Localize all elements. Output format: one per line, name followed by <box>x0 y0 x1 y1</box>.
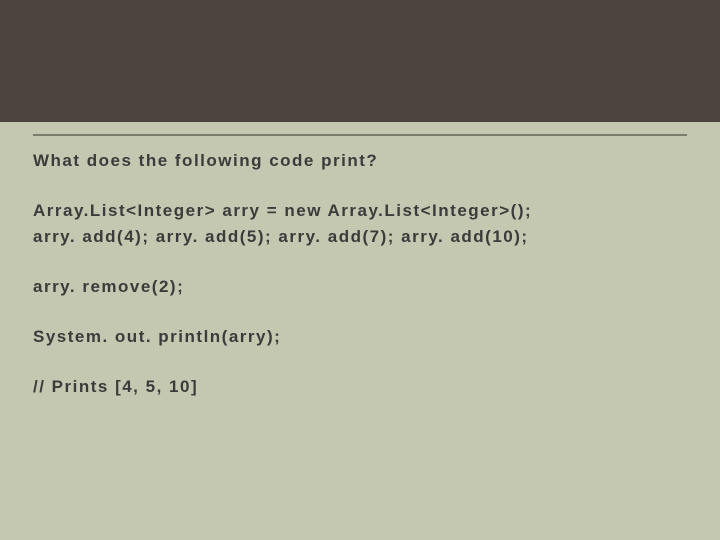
code-block-4: // Prints [4, 5, 10] <box>33 376 687 398</box>
code-block-3: System. out. println(arry); <box>33 326 687 348</box>
slide-content: What does the following code print? Arra… <box>33 150 687 427</box>
question-line: What does the following code print? <box>33 150 687 172</box>
code-block-2: arry. remove(2); <box>33 276 687 298</box>
question-text: What does the following code print? <box>33 150 687 172</box>
code-block-1: Array.List<Integer> arry = new Array.Lis… <box>33 200 687 248</box>
code-line-1: Array.List<Integer> arry = new Array.Lis… <box>33 200 687 222</box>
code-line-5: // Prints [4, 5, 10] <box>33 376 687 398</box>
code-line-3: arry. remove(2); <box>33 276 687 298</box>
slide-header-bar <box>0 0 720 122</box>
code-line-2: arry. add(4); arry. add(5); arry. add(7)… <box>33 226 687 248</box>
slide: What does the following code print? Arra… <box>0 0 720 540</box>
code-line-4: System. out. println(arry); <box>33 326 687 348</box>
divider-line <box>33 134 687 136</box>
